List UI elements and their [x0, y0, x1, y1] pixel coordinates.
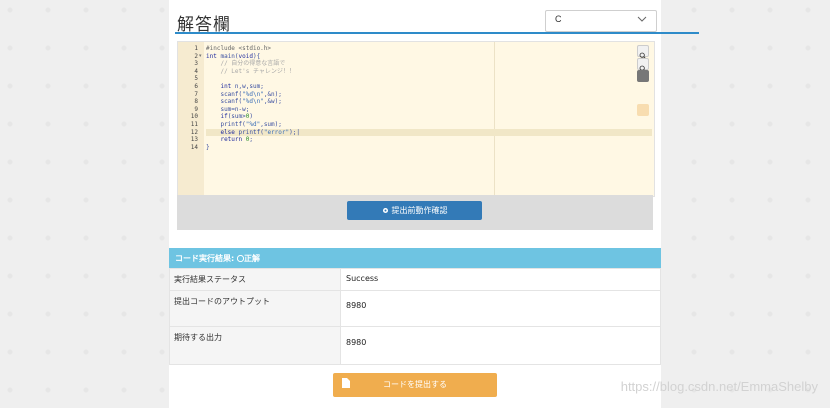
line-number: 13: [190, 136, 198, 144]
result-verdict: 正解: [236, 253, 260, 264]
result-value: Success: [340, 268, 661, 291]
line-number: 7: [194, 90, 198, 98]
line-number-gutter: 1 2 ▾ 3 4 5 6 7 8 9 10 11 12 13 14: [178, 42, 204, 196]
result-header-label: コード実行結果:: [175, 254, 235, 263]
result-key: 実行結果ステータス: [169, 268, 341, 291]
code-line[interactable]: [206, 75, 652, 83]
line-number: 2: [194, 52, 198, 60]
scroll-marker: [637, 104, 649, 116]
table-row: 実行結果ステータス Success: [169, 268, 661, 291]
zoom-out-icon[interactable]: [637, 58, 649, 73]
line-number: 14: [190, 143, 198, 151]
pre-submit-check-button[interactable]: 提出前動作確認: [347, 201, 482, 220]
code-line[interactable]: scanf("%d\n",&w);: [206, 98, 652, 106]
line-number: 8: [194, 98, 198, 106]
line-number: 11: [190, 121, 198, 128]
theme-toggle-icon[interactable]: [637, 70, 649, 82]
code-line[interactable]: sum=n-w;: [206, 106, 652, 114]
line-number: 12: [190, 128, 198, 136]
result-value: 8980: [340, 290, 661, 327]
submit-code-label: コードを提出する: [383, 380, 447, 389]
line-number: 4: [194, 67, 198, 75]
document-icon: [342, 378, 350, 388]
code-line[interactable]: else printf("error");|: [206, 128, 652, 137]
code-line[interactable]: if(sum>0): [206, 113, 652, 121]
code-line[interactable]: // Let's チャレンジ！！: [206, 68, 652, 76]
code-line[interactable]: int n,w,sum;: [206, 83, 652, 91]
result-value: 8980: [340, 326, 661, 365]
gear-icon: [382, 207, 388, 214]
code-line[interactable]: scanf("%d\n",&n);: [206, 91, 652, 99]
code-line[interactable]: printf("%d",sum);: [206, 121, 652, 129]
code-editor[interactable]: 1 2 ▾ 3 4 5 6 7 8 9 10 11 12 13 14 #include <stdio.h> i…: [177, 41, 655, 197]
line-number: 6: [194, 83, 198, 90]
result-header: コード実行結果: 正解: [169, 248, 661, 268]
line-number: 1: [194, 45, 198, 52]
line-number: 10: [190, 113, 198, 121]
language-select-value: C: [555, 14, 562, 24]
result-key: 期待する出力: [169, 326, 341, 365]
result-key: 提出コードのアウトプット: [169, 290, 341, 327]
pre-submit-check-label: 提出前動作確認: [391, 206, 448, 215]
fold-toggle-icon[interactable]: ▾: [199, 53, 202, 61]
title-underline: [175, 32, 699, 34]
code-line[interactable]: }: [206, 144, 652, 152]
zoom-in-icon[interactable]: [637, 45, 649, 60]
line-number: 3: [194, 60, 198, 68]
chevron-down-icon: [637, 16, 647, 22]
table-row: 提出コードのアウトプット 8980: [169, 290, 661, 327]
language-select[interactable]: C: [545, 10, 657, 32]
submit-code-button[interactable]: コードを提出する: [333, 373, 497, 397]
code-line[interactable]: return 0;: [206, 136, 652, 144]
line-number: 5: [194, 75, 198, 83]
result-verdict-text: 正解: [244, 254, 260, 263]
result-table: 実行結果ステータス Success 提出コードのアウトプット 8980 期待する…: [169, 268, 661, 365]
check-circle-icon: [236, 254, 245, 263]
watermark: https://blog.csdn.net/EmmaShelby: [620, 379, 818, 394]
code-line[interactable]: // 自分の得意な言語で: [206, 60, 652, 68]
table-row: 期待する出力 8980: [169, 326, 661, 365]
code-line[interactable]: #include <stdio.h>: [206, 45, 652, 53]
line-number: 9: [194, 105, 198, 113]
